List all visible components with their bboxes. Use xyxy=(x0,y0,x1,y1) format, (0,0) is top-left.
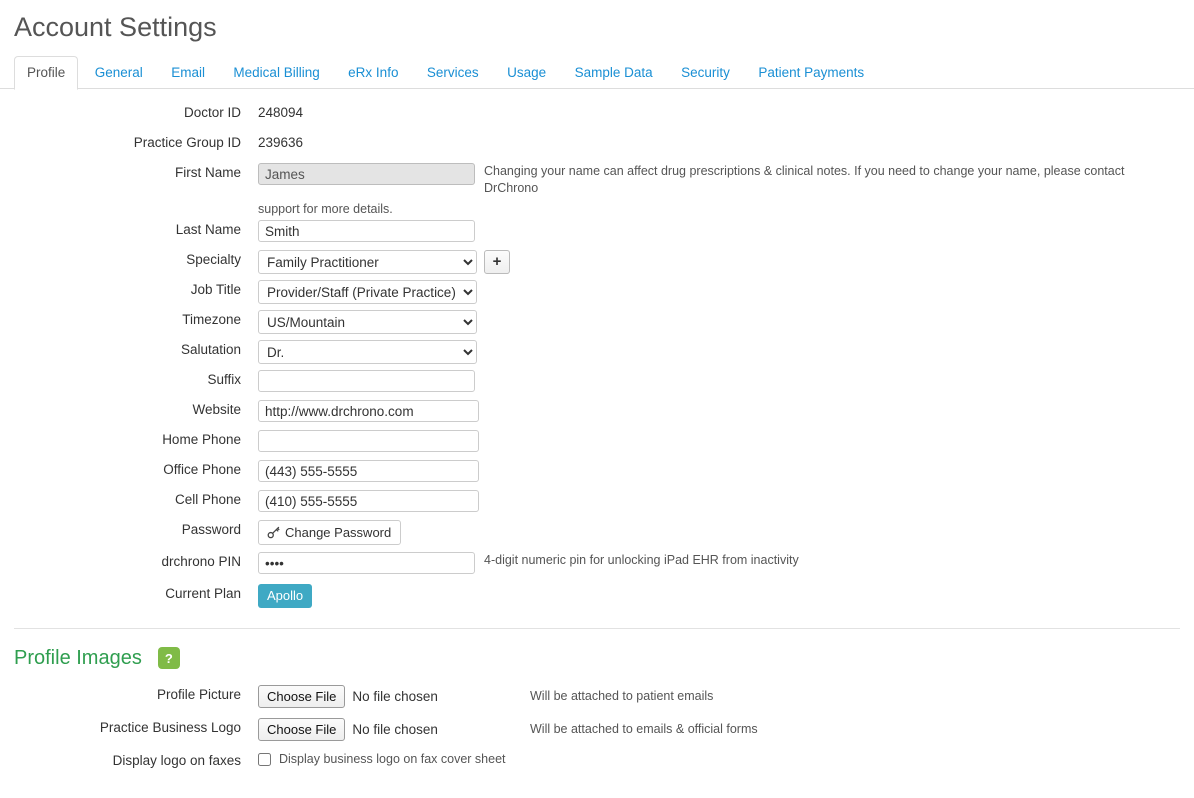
row-website: Website xyxy=(0,400,1194,426)
practice-logo-choose-file-button[interactable]: Choose File xyxy=(258,718,346,741)
label-practice-business-logo: Practice Business Logo xyxy=(99,720,241,735)
label-office-phone: Office Phone xyxy=(163,462,241,477)
change-password-button[interactable]: Change Password xyxy=(258,520,402,545)
practice-logo-help: Will be attached to emails & official fo… xyxy=(530,722,758,736)
salutation-select[interactable]: Dr. xyxy=(258,340,477,364)
label-website: Website xyxy=(192,402,241,417)
profile-picture-file-status: No file chosen xyxy=(352,688,438,704)
label-current-plan: Current Plan xyxy=(165,586,241,601)
profile-picture-help: Will be attached to patient emails xyxy=(530,689,714,703)
label-password: Password xyxy=(181,522,241,537)
tab-bar: Profile General Email Medical Billing eR… xyxy=(0,56,1194,90)
profile-picture-file-control[interactable]: Choose File No file chosen xyxy=(258,685,438,708)
value-practice-group-id: 239636 xyxy=(258,135,304,150)
drchrono-pin-help: 4-digit numeric pin for unlocking iPad E… xyxy=(484,553,799,567)
drchrono-pin-input[interactable] xyxy=(258,552,475,574)
label-display-logo-on-faxes: Display logo on faxes xyxy=(112,753,241,768)
label-drchrono-pin: drchrono PIN xyxy=(161,554,241,569)
first-name-input[interactable] xyxy=(258,163,475,185)
tab-security[interactable]: Security xyxy=(669,57,742,89)
specialty-select[interactable]: Family Practitioner xyxy=(258,250,477,274)
row-practice-group-id: Practice Group ID 239636 xyxy=(0,133,1194,159)
row-cell-phone: Cell Phone xyxy=(0,490,1194,516)
website-input[interactable] xyxy=(258,400,479,422)
row-suffix: Suffix xyxy=(0,370,1194,396)
timezone-select[interactable]: US/Mountain xyxy=(258,310,477,334)
row-drchrono-pin: drchrono PIN 4-digit numeric pin for unl… xyxy=(0,552,1194,578)
profile-images-title: Profile Images xyxy=(14,647,142,669)
row-display-logo-on-faxes: Display logo on faxes Display business l… xyxy=(0,751,1194,777)
display-logo-checkbox-group[interactable]: Display business logo on fax cover sheet xyxy=(258,751,506,768)
row-specialty: Specialty Family Practitioner + xyxy=(0,250,1194,276)
help-icon[interactable]: ? xyxy=(157,647,180,669)
last-name-input[interactable] xyxy=(258,220,475,242)
home-phone-input[interactable] xyxy=(258,430,479,452)
row-timezone: Timezone US/Mountain xyxy=(0,310,1194,336)
job-title-select[interactable]: Provider/Staff (Private Practice) xyxy=(258,280,477,304)
tab-patient-payments[interactable]: Patient Payments xyxy=(746,57,876,89)
page-title: Account Settings xyxy=(14,12,217,42)
tab-email[interactable]: Email xyxy=(159,57,217,89)
row-first-name: First Name Changing your name can affect… xyxy=(0,163,1194,218)
row-last-name: Last Name xyxy=(0,220,1194,246)
label-home-phone: Home Phone xyxy=(162,432,241,447)
value-doctor-id: 248094 xyxy=(258,105,304,120)
profile-images-header: Profile Images ? xyxy=(14,645,1194,671)
profile-images-form: Profile Picture Choose File No file chos… xyxy=(0,685,1194,777)
current-plan-badge: Apollo xyxy=(258,584,313,608)
display-logo-checkbox-label: Display business logo on fax cover sheet xyxy=(279,752,506,766)
label-suffix: Suffix xyxy=(207,372,241,387)
practice-logo-file-status: No file chosen xyxy=(352,721,438,737)
label-job-title: Job Title xyxy=(190,282,241,297)
office-phone-input[interactable] xyxy=(258,460,479,482)
tab-medical-billing[interactable]: Medical Billing xyxy=(221,57,331,89)
tab-sample-data[interactable]: Sample Data xyxy=(563,57,665,89)
add-specialty-button[interactable]: + xyxy=(484,250,510,274)
row-password: Password Change Password xyxy=(0,520,1194,546)
label-last-name: Last Name xyxy=(175,222,241,237)
practice-logo-file-control[interactable]: Choose File No file chosen xyxy=(258,718,438,741)
first-name-help-below: support for more details. xyxy=(258,202,393,216)
cell-phone-input[interactable] xyxy=(258,490,479,512)
label-timezone: Timezone xyxy=(182,312,241,327)
section-divider xyxy=(14,628,1180,629)
profile-picture-choose-file-button[interactable]: Choose File xyxy=(258,685,346,708)
label-cell-phone: Cell Phone xyxy=(174,492,241,507)
row-salutation: Salutation Dr. xyxy=(0,340,1194,366)
row-office-phone: Office Phone xyxy=(0,460,1194,486)
row-profile-picture: Profile Picture Choose File No file chos… xyxy=(0,685,1194,711)
label-specialty: Specialty xyxy=(186,252,241,267)
key-icon xyxy=(267,526,280,539)
first-name-help-right: Changing your name can affect drug presc… xyxy=(484,164,1125,195)
tab-profile[interactable]: Profile xyxy=(14,56,79,90)
label-profile-picture: Profile Picture xyxy=(156,687,241,702)
label-practice-group-id: Practice Group ID xyxy=(133,135,241,150)
row-practice-business-logo: Practice Business Logo Choose File No fi… xyxy=(0,718,1194,744)
row-doctor-id: Doctor ID 248094 xyxy=(0,103,1194,129)
row-home-phone: Home Phone xyxy=(0,430,1194,456)
suffix-input[interactable] xyxy=(258,370,475,392)
tab-erx-info[interactable]: eRx Info xyxy=(336,57,410,89)
label-first-name: First Name xyxy=(174,165,241,180)
profile-form: Doctor ID 248094 Practice Group ID 23963… xyxy=(0,89,1194,610)
change-password-label: Change Password xyxy=(285,525,392,540)
row-current-plan: Current Plan Apollo xyxy=(0,584,1194,610)
tab-usage[interactable]: Usage xyxy=(495,57,558,89)
row-job-title: Job Title Provider/Staff (Private Practi… xyxy=(0,280,1194,306)
label-salutation: Salutation xyxy=(180,342,241,357)
tab-general[interactable]: General xyxy=(83,57,155,89)
display-logo-checkbox[interactable] xyxy=(258,753,271,766)
tab-services[interactable]: Services xyxy=(415,57,491,89)
label-doctor-id: Doctor ID xyxy=(183,105,241,120)
